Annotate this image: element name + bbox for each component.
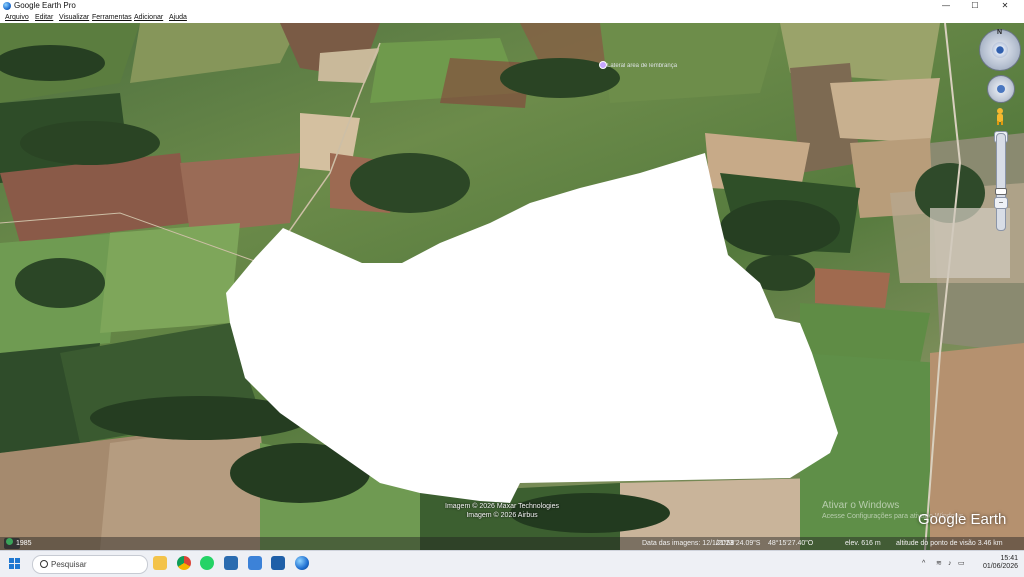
zoom-slider-handle[interactable]: [995, 188, 1007, 195]
placemark-label[interactable]: Lateral área de lembrança: [607, 63, 677, 69]
historical-year: 1985: [16, 540, 32, 547]
longitude-readout: 48°15'27.40"O: [768, 540, 814, 547]
wifi-icon[interactable]: ≋: [936, 551, 942, 577]
look-eye-icon: [992, 42, 1008, 58]
battery-icon[interactable]: ▭: [958, 551, 965, 577]
tray-chevron-icon[interactable]: ^: [922, 551, 925, 577]
map-viewport[interactable]: Lateral área de lembrança N + − Imagem ©…: [0, 23, 1024, 550]
windows-start-icon[interactable]: [9, 558, 21, 570]
eye-altitude-readout: altitude do ponto de visão 3.46 km: [896, 540, 1003, 547]
file-explorer-icon[interactable]: [153, 556, 167, 570]
placemark-icon[interactable]: [599, 61, 607, 69]
document-app-icon[interactable]: [248, 556, 262, 570]
menu-visualizar[interactable]: Visualizar: [59, 12, 89, 23]
compass-north-label: N: [997, 29, 1003, 36]
elevation-readout: elev. 616 m: [845, 540, 881, 547]
menu-ajuda[interactable]: Ajuda: [169, 12, 187, 23]
maximize-button[interactable]: ☐: [964, 0, 986, 12]
move-hand-icon: [997, 85, 1005, 93]
google-earth-logo: Google Earth: [918, 511, 1007, 528]
look-joystick[interactable]: N: [979, 29, 1021, 71]
chrome-icon[interactable]: [177, 556, 191, 570]
clock-date: 01/06/2026: [982, 563, 1018, 570]
clock-time: 15:41: [1000, 555, 1018, 562]
move-joystick[interactable]: [987, 75, 1015, 103]
google-earth-app-icon: [3, 2, 11, 10]
latitude-readout: 21°58'24.09"S: [716, 540, 761, 547]
satellite-terrain: [0, 23, 1024, 550]
attribution-airbus: Imagem © 2026 Airbus: [466, 512, 538, 519]
historical-clock-icon: [6, 538, 13, 545]
minimize-button[interactable]: —: [935, 0, 957, 12]
title-bar: Google Earth Pro — ☐ ✕: [0, 0, 1024, 12]
whatsapp-icon[interactable]: [200, 556, 214, 570]
attribution-maxar: Imagem © 2026 Maxar Technologies: [445, 503, 559, 510]
list-app-icon[interactable]: [271, 556, 285, 570]
taskbar: Pesquisar ^ ≋ ♪ ▭ 15:41 01/06/2026: [0, 550, 1024, 577]
taskbar-search-box[interactable]: Pesquisar: [32, 555, 148, 574]
search-placeholder: Pesquisar: [51, 560, 87, 569]
volume-icon[interactable]: ♪: [948, 551, 952, 577]
watermark-title: Ativar o Windows: [822, 500, 900, 511]
menu-arquivo[interactable]: Arquivo: [5, 12, 29, 23]
google-earth-taskbar-icon[interactable]: [295, 556, 309, 570]
menu-ferramentas[interactable]: Ferramentas: [92, 12, 132, 23]
zoom-slider-track[interactable]: [996, 133, 1006, 231]
search-icon: [40, 560, 48, 568]
menu-editar[interactable]: Editar: [35, 12, 53, 23]
close-button[interactable]: ✕: [994, 0, 1016, 12]
menu-adicionar[interactable]: Adicionar: [134, 12, 163, 23]
imagery-attribution: Imagem © 2026 Maxar Technologies Imagem …: [445, 502, 559, 520]
historical-imagery-button[interactable]: 1985: [4, 538, 32, 549]
window-title: Google Earth Pro: [14, 1, 76, 10]
zoom-out-button[interactable]: −: [994, 197, 1008, 209]
street-view-pegman-icon[interactable]: [994, 107, 1006, 125]
status-bar: 1985 Data das imagens: 12/1/2023 21°58'2…: [0, 537, 1024, 550]
app-blue-icon[interactable]: [224, 556, 238, 570]
system-clock[interactable]: 15:41 01/06/2026: [968, 555, 1018, 571]
